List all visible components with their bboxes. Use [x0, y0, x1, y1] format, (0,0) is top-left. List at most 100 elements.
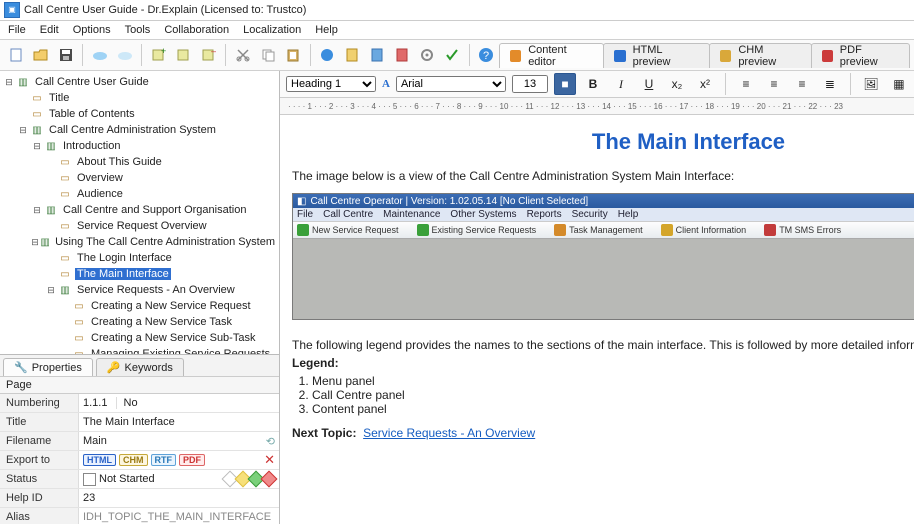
new-button[interactable] — [4, 43, 27, 67]
tab-pdf-preview[interactable]: PDF preview — [811, 43, 911, 68]
tree-label[interactable]: Using The Call Centre Administration Sys… — [53, 236, 277, 248]
tree-label[interactable]: Call Centre Administration System — [47, 124, 218, 136]
tree-label[interactable]: Creating a New Service Sub-Task — [89, 332, 257, 344]
tab-chm-preview[interactable]: CHM preview — [709, 43, 811, 68]
tree-label[interactable]: Title — [47, 92, 71, 104]
tree-node[interactable]: ⊟▥Call Centre Administration System — [2, 122, 277, 138]
tree-node[interactable]: ▭Creating a New Service Request — [2, 298, 277, 314]
tree-label[interactable]: Creating a New Service Request — [89, 300, 253, 312]
tree-label[interactable]: Overview — [75, 172, 125, 184]
prop-filename[interactable]: FilenameMain⟲ — [0, 432, 279, 451]
tree-label[interactable]: Call Centre and Support Organisation — [61, 204, 248, 216]
tree-node[interactable]: ⊟▥Service Requests - An Overview — [2, 282, 277, 298]
help-button[interactable]: ? — [475, 43, 498, 67]
ruler[interactable]: · · · · 1 · · · 2 · · · 3 · · · 4 · · · … — [280, 98, 914, 115]
style-select[interactable]: Heading 1 — [286, 76, 376, 92]
settings-button[interactable] — [416, 43, 439, 67]
add-topic-button[interactable]: + — [147, 43, 170, 67]
subscript-button[interactable]: x₂ — [666, 73, 688, 95]
underline-button[interactable]: U — [638, 73, 660, 95]
tree-label[interactable]: Audience — [75, 188, 125, 200]
document-canvas[interactable]: The Main Interface The image below is a … — [280, 115, 914, 524]
prop-numbering[interactable]: Numbering 1.1.1 No — [0, 394, 279, 413]
menu-options[interactable]: Options — [67, 23, 117, 37]
tree-label[interactable]: Call Centre User Guide — [33, 76, 151, 88]
tree-node[interactable]: ⊟▥Call Centre User Guide — [2, 74, 277, 90]
clear-export-icon[interactable]: ✕ — [264, 452, 275, 468]
tree-node[interactable]: ▭Managing Existing Service Requests — [2, 346, 277, 354]
collapse-icon[interactable]: ⊟ — [2, 77, 16, 88]
align-right-button[interactable]: ≡ — [791, 73, 813, 95]
export-chm-badge[interactable]: CHM — [119, 454, 148, 466]
insert-image-button[interactable]: 🖼 — [860, 73, 882, 95]
tree-node[interactable]: ▭Creating a New Service Sub-Task — [2, 330, 277, 346]
menu-help[interactable]: Help — [309, 23, 344, 37]
prop-status[interactable]: Status Not Started — [0, 470, 279, 489]
topic-tree[interactable]: ⊟▥Call Centre User Guide▭Title▭Table of … — [0, 71, 279, 354]
collapse-icon[interactable]: ⊟ — [30, 205, 44, 216]
align-justify-button[interactable]: ≣ — [819, 73, 841, 95]
save-button[interactable] — [54, 43, 77, 67]
bold-button[interactable]: B — [582, 73, 604, 95]
tab-keywords[interactable]: 🔑Keywords — [96, 358, 184, 376]
collapse-icon[interactable]: ⊟ — [30, 141, 44, 152]
menu-file[interactable]: File — [2, 23, 32, 37]
tree-node[interactable]: ▭Audience — [2, 186, 277, 202]
tree-label[interactable]: The Main Interface — [75, 268, 171, 280]
copy-button[interactable] — [256, 43, 279, 67]
menu-collaboration[interactable]: Collaboration — [158, 23, 235, 37]
tree-node[interactable]: ▭Creating a New Service Task — [2, 314, 277, 330]
paste-button[interactable] — [281, 43, 304, 67]
export-chm-button[interactable] — [341, 43, 364, 67]
tree-label[interactable]: Creating a New Service Task — [89, 316, 234, 328]
prop-helpid[interactable]: Help ID23 — [0, 489, 279, 508]
tab-html-preview[interactable]: HTML preview — [603, 43, 710, 68]
cut-button[interactable] — [231, 43, 254, 67]
insert-table-button[interactable]: ▦ — [888, 73, 910, 95]
tree-label[interactable]: Service Requests - An Overview — [75, 284, 237, 296]
superscript-button[interactable]: x² — [694, 73, 716, 95]
prop-export[interactable]: Export to HTML CHM RTF PDF ✕ — [0, 451, 279, 470]
open-button[interactable] — [29, 43, 52, 67]
tree-node[interactable]: ▭Service Request Overview — [2, 218, 277, 234]
font-color-button[interactable]: ■ — [554, 73, 576, 95]
validate-button[interactable] — [441, 43, 464, 67]
align-center-button[interactable]: ≡ — [763, 73, 785, 95]
menu-edit[interactable]: Edit — [34, 23, 65, 37]
cloud-sync-button[interactable] — [113, 43, 136, 67]
tree-node[interactable]: ▭Table of Contents — [2, 106, 277, 122]
export-pdf-button[interactable] — [391, 43, 414, 67]
font-select[interactable]: Arial — [396, 76, 506, 92]
next-topic-link[interactable]: Service Requests - An Overview — [363, 426, 535, 440]
export-pdf-badge[interactable]: PDF — [179, 454, 205, 466]
align-left-button[interactable]: ≡ — [735, 73, 757, 95]
export-html-badge[interactable]: HTML — [83, 454, 116, 466]
tree-node[interactable]: ▭The Main Interface — [2, 266, 277, 282]
tree-label[interactable]: Introduction — [61, 140, 122, 152]
tab-properties[interactable]: 🔧Properties — [3, 358, 93, 376]
tree-node[interactable]: ⊟▥Introduction — [2, 138, 277, 154]
menu-localization[interactable]: Localization — [237, 23, 307, 37]
tab-content-editor[interactable]: Content editor — [499, 43, 604, 68]
cloud-button[interactable] — [88, 43, 111, 67]
tree-label[interactable]: About This Guide — [75, 156, 164, 168]
tree-node[interactable]: ▭Overview — [2, 170, 277, 186]
status-checkbox[interactable] — [83, 473, 96, 486]
font-size-input[interactable] — [512, 75, 548, 93]
add-subtopic-button[interactable] — [172, 43, 195, 67]
tree-node[interactable]: ▭About This Guide — [2, 154, 277, 170]
tree-node[interactable]: ⊟▥Using The Call Centre Administration S… — [2, 234, 277, 250]
tree-label[interactable]: The Login Interface — [75, 252, 174, 264]
delete-topic-button[interactable]: – — [197, 43, 220, 67]
tree-label[interactable]: Table of Contents — [47, 108, 137, 120]
collapse-icon[interactable]: ⊟ — [44, 285, 58, 296]
tree-node[interactable]: ▭The Login Interface — [2, 250, 277, 266]
italic-button[interactable]: I — [610, 73, 632, 95]
collapse-icon[interactable]: ⊟ — [16, 125, 30, 136]
export-rtf-button[interactable] — [366, 43, 389, 67]
export-html-button[interactable] — [316, 43, 339, 67]
prop-title[interactable]: TitleThe Main Interface — [0, 413, 279, 432]
tree-label[interactable]: Service Request Overview — [75, 220, 209, 232]
collapse-icon[interactable]: ⊟ — [30, 237, 40, 248]
tree-node[interactable]: ▭Title — [2, 90, 277, 106]
